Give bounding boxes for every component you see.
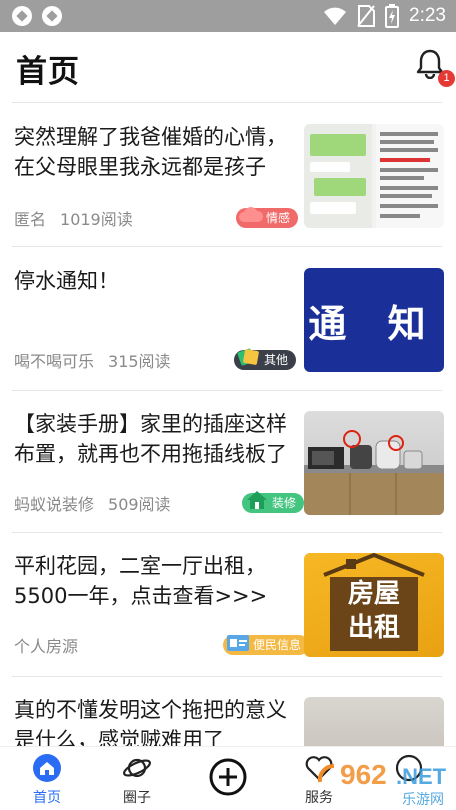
post-item[interactable]: 平利花园，二室一厅出租，5500一年，点击查看>>> 个人房源 便民信息 房屋 … (0, 533, 456, 675)
post-thumbnail: 通 知 (304, 268, 444, 372)
svg-text:.NET: .NET (396, 764, 447, 789)
category-tag: 情感 (236, 207, 299, 228)
battery-charging-icon (385, 4, 400, 28)
category-tag-label: 便民信息 (253, 638, 302, 652)
post-author: 匿名 (14, 210, 47, 229)
category-tag: 其他 (234, 348, 297, 370)
post-author: 个人房源 (14, 637, 79, 656)
home-icon (33, 754, 61, 782)
category-tag: 装修 (242, 491, 305, 513)
post-title: 突然理解了我爸催婚的心情，在父母眼里我永远都是孩子 (14, 125, 287, 179)
planet-icon (123, 758, 151, 778)
category-tag: 便民信息 (223, 635, 310, 655)
status-icons-left (12, 6, 62, 26)
post-meta: 匿名 1019阅读 (14, 206, 133, 230)
post-meta: 个人房源 (14, 633, 78, 657)
tab-label: 圈子 (123, 790, 151, 806)
post-item[interactable]: 停水通知！ 喝不喝可乐 315阅读 其他 通 知 (0, 248, 456, 390)
tab-label: 首页 (33, 790, 61, 806)
post-thumbnail (304, 124, 444, 228)
watermark-logo: 962 .NET 乐游网 (317, 759, 447, 808)
page-title: 首页 (16, 54, 80, 90)
cards-icon (237, 348, 259, 366)
tab-add[interactable] (183, 757, 273, 797)
page-header: 首页 1 (0, 32, 456, 98)
chat-screenshot-image (304, 124, 444, 228)
post-title: 【家装手册】家里的插座这样布置，就再也不用拖插线板了 (14, 412, 287, 466)
divider (12, 246, 442, 247)
thumbnail-text: 出租 (347, 613, 400, 643)
post-item[interactable]: 突然理解了我爸催婚的心情，在父母眼里我永远都是孩子 匿名 1019阅读 情感 (0, 104, 456, 246)
post-item[interactable]: 【家装手册】家里的插座这样布置，就再也不用拖插线板了 蚂蚁说装修 509阅读 装… (0, 391, 456, 533)
category-tag-label: 其他 (264, 353, 289, 367)
post-title: 停水通知！ (14, 269, 119, 293)
thumbnail-text: 房屋 (347, 579, 400, 609)
status-bar: 2:23 (0, 0, 456, 32)
site-watermark: 962 .NET 乐游网 (310, 752, 456, 808)
post-author: 喝不喝可乐 (14, 352, 95, 371)
notification-badge: 1 (438, 70, 455, 87)
post-read-count: 315阅读 (108, 352, 171, 371)
post-meta: 喝不喝可乐 315阅读 (14, 348, 171, 372)
post-author: 蚂蚁说装修 (14, 495, 95, 514)
app-notification-icon (12, 6, 32, 26)
post-title: 平利花园，二室一厅出租，5500一年，点击查看>>> (14, 554, 268, 608)
app-notification-icon (42, 6, 62, 26)
divider (12, 102, 442, 103)
house-icon (247, 491, 267, 509)
svg-text:乐游网: 乐游网 (402, 792, 444, 808)
category-tag-label: 装修 (272, 496, 297, 510)
tab-circle[interactable]: 圈子 (92, 753, 182, 807)
cloud-icon (239, 207, 264, 222)
thumbnail-text: 通 知 (308, 301, 440, 346)
add-circle-icon (209, 758, 247, 796)
wifi-icon (324, 7, 347, 25)
status-icons-right: 2:23 (323, 4, 446, 28)
id-card-icon (227, 635, 249, 651)
post-read-count: 1019阅读 (60, 210, 133, 229)
clock: 2:23 (409, 5, 446, 26)
no-sim-icon (357, 5, 376, 27)
tab-home[interactable]: 首页 (2, 753, 92, 807)
post-read-count: 509阅读 (108, 495, 171, 514)
post-thumbnail (304, 411, 444, 515)
category-tag-label: 情感 (266, 211, 291, 225)
post-thumbnail: 房屋 出租 (304, 553, 444, 657)
kitchen-photo-image (304, 430, 444, 515)
post-meta: 蚂蚁说装修 509阅读 (14, 491, 171, 515)
svg-text:962: 962 (340, 759, 387, 790)
